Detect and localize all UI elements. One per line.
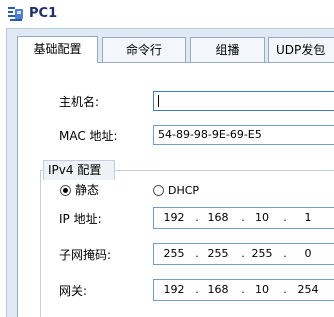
gateway-separator: . bbox=[283, 283, 287, 296]
mask-separator: . bbox=[195, 247, 199, 260]
mask-separator: . bbox=[283, 247, 287, 260]
subnet-mask-label: 子网掩码: bbox=[59, 248, 112, 262]
ip-separator: . bbox=[241, 211, 245, 224]
gateway-separator: . bbox=[241, 283, 245, 296]
mask-octet-2: 255 bbox=[207, 247, 229, 260]
mask-separator: . bbox=[241, 247, 245, 260]
hostname-input[interactable] bbox=[153, 91, 334, 111]
window-title: PC1 bbox=[29, 6, 58, 21]
dhcp-label: DHCP bbox=[168, 184, 200, 197]
ip-octet-4: 1 bbox=[304, 211, 312, 224]
gateway-label: 网关: bbox=[59, 284, 88, 298]
ip-separator: . bbox=[195, 211, 199, 224]
hostname-label: 主机名: bbox=[59, 95, 100, 109]
dhcp-radio[interactable] bbox=[153, 185, 164, 196]
subnet-mask-input[interactable]: 255 . 255 . 255 . 0 bbox=[153, 243, 334, 265]
radio-selected-dot bbox=[63, 188, 68, 193]
pc-network-icon bbox=[8, 7, 23, 21]
pc1-config-window: PC1 基础配置 命令行 组播 UDP发包工 主机名: MAC 地址: 54-8… bbox=[0, 0, 334, 317]
mac-address-field: 54-89-98-9E-69-E5 bbox=[153, 125, 334, 145]
gateway-octet-4: 254 bbox=[297, 283, 319, 296]
mac-address-value: 54-89-98-9E-69-E5 bbox=[158, 128, 262, 141]
ip-octet-2: 168 bbox=[207, 211, 229, 224]
text-caret bbox=[158, 95, 159, 107]
ip-address-input[interactable]: 192 . 168 . 10 . 1 bbox=[153, 207, 334, 229]
gateway-separator: . bbox=[195, 283, 199, 296]
mask-octet-1: 255 bbox=[163, 247, 185, 260]
tab-basic-config[interactable]: 基础配置 bbox=[17, 36, 98, 63]
tab-udp-packet-tool[interactable]: UDP发包工 bbox=[268, 37, 334, 81]
static-radio[interactable] bbox=[60, 185, 71, 196]
mac-address-label: MAC 地址: bbox=[59, 129, 118, 143]
ipv4-config-legend: IPv4 配置 bbox=[43, 160, 115, 180]
gateway-octet-3: 10 bbox=[255, 283, 269, 296]
ip-separator: . bbox=[283, 211, 287, 224]
static-label: 静态 bbox=[75, 183, 100, 197]
title-bar: PC1 bbox=[0, 0, 334, 28]
tab-multicast[interactable]: 组播 bbox=[190, 37, 265, 62]
gateway-octet-2: 168 bbox=[207, 283, 229, 296]
ip-octet-3: 10 bbox=[255, 211, 269, 224]
mask-octet-4: 0 bbox=[304, 247, 312, 260]
gateway-octet-1: 192 bbox=[163, 283, 185, 296]
ip-octet-1: 192 bbox=[163, 211, 185, 224]
gateway-input[interactable]: 192 . 168 . 10 . 254 bbox=[153, 279, 334, 301]
mask-octet-3: 255 bbox=[251, 247, 273, 260]
ip-address-label: IP 地址: bbox=[59, 212, 102, 226]
tab-command-line[interactable]: 命令行 bbox=[102, 37, 186, 62]
